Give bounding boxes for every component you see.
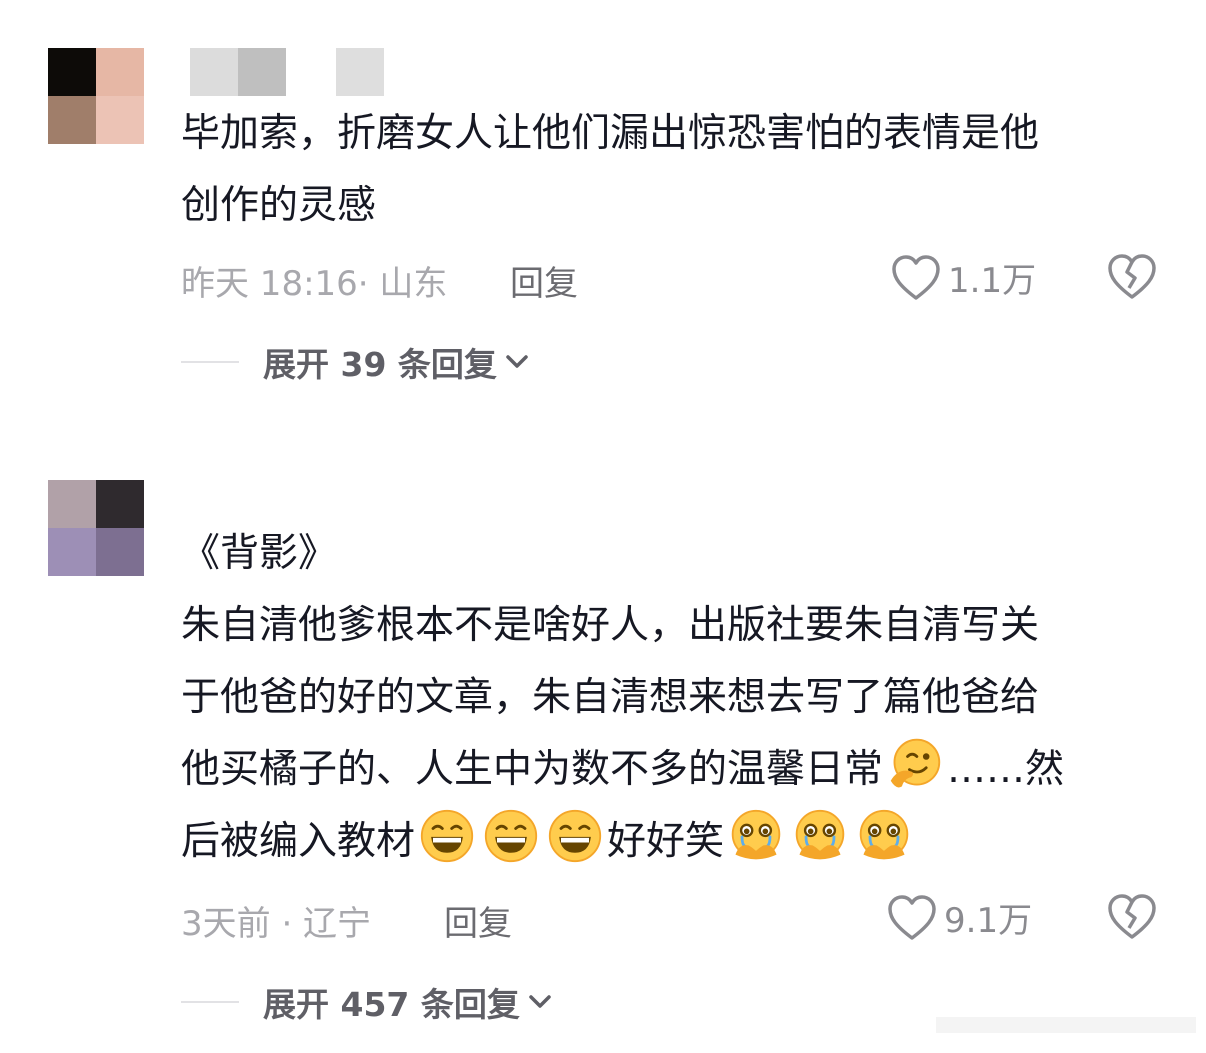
comment-line: 他买橘子的、人生中为数不多的温馨日常 ……然 bbox=[181, 734, 1171, 806]
divider bbox=[181, 1001, 239, 1003]
dislike-button[interactable] bbox=[1106, 253, 1158, 305]
holding-back-tears-emoji bbox=[795, 809, 845, 860]
reply-button[interactable]: 回复 bbox=[510, 256, 578, 305]
comment-line: 后被编入教材 好好笑 bbox=[181, 806, 1171, 878]
expand-replies[interactable]: 展开 457 条回复 bbox=[181, 978, 552, 1026]
divider bbox=[181, 361, 239, 363]
grinning-face-emoji bbox=[484, 809, 538, 863]
expand-replies[interactable]: 展开 39 条回复 bbox=[181, 338, 529, 386]
chevron-down-icon bbox=[529, 995, 551, 1008]
comment-line: 于他爸的好的文章，朱自清想来想去写了篇他爸给 bbox=[181, 675, 1040, 720]
heart-outline-icon bbox=[892, 254, 940, 300]
expand-replies-label: 展开 39 条回复 bbox=[263, 345, 497, 384]
like-count: 1.1万 bbox=[948, 261, 1037, 301]
reply-button[interactable]: 回复 bbox=[444, 896, 512, 945]
comment-timestamp-location: 3天前 · 辽宁 bbox=[181, 904, 372, 944]
broken-heart-icon bbox=[1108, 894, 1156, 939]
comment-title-line: 《背影》 bbox=[181, 531, 338, 576]
comment-text: 《背影》 朱自清他爹根本不是啥好人，出版社要朱自清写关 于他爸的好的文章，朱自清… bbox=[181, 518, 1171, 878]
avatar[interactable] bbox=[48, 480, 144, 576]
smirk-face-emoji bbox=[890, 738, 941, 788]
chevron-down-icon bbox=[506, 355, 528, 368]
expand-replies-label: 展开 457 条回复 bbox=[263, 985, 520, 1024]
heart-outline-icon bbox=[888, 894, 936, 940]
broken-heart-icon bbox=[1108, 254, 1156, 299]
comment-text: 毕加索，折磨女人让他们漏出惊恐害怕的表情是他 创作的灵感 bbox=[181, 98, 1171, 242]
like-count: 9.1万 bbox=[944, 901, 1033, 941]
grinning-face-emoji bbox=[548, 809, 602, 863]
holding-back-tears-emoji bbox=[731, 809, 781, 860]
comment-line: 毕加索，折磨女人让他们漏出惊恐害怕的表情是他 bbox=[181, 111, 1040, 156]
like-button[interactable]: 9.1万 bbox=[886, 893, 1032, 942]
dislike-button[interactable] bbox=[1106, 893, 1158, 945]
like-button[interactable]: 1.1万 bbox=[890, 253, 1036, 302]
username-redacted[interactable] bbox=[190, 48, 420, 96]
avatar[interactable] bbox=[48, 48, 144, 144]
holding-back-tears-emoji bbox=[859, 809, 909, 860]
grinning-face-emoji bbox=[420, 809, 474, 863]
comment-line: 创作的灵感 bbox=[181, 183, 377, 228]
comment-line: 朱自清他爹根本不是啥好人，出版社要朱自清写关 bbox=[181, 603, 1040, 648]
watermark bbox=[936, 1017, 1196, 1033]
comment-timestamp-location: 昨天 18:16· 山东 bbox=[181, 264, 448, 304]
